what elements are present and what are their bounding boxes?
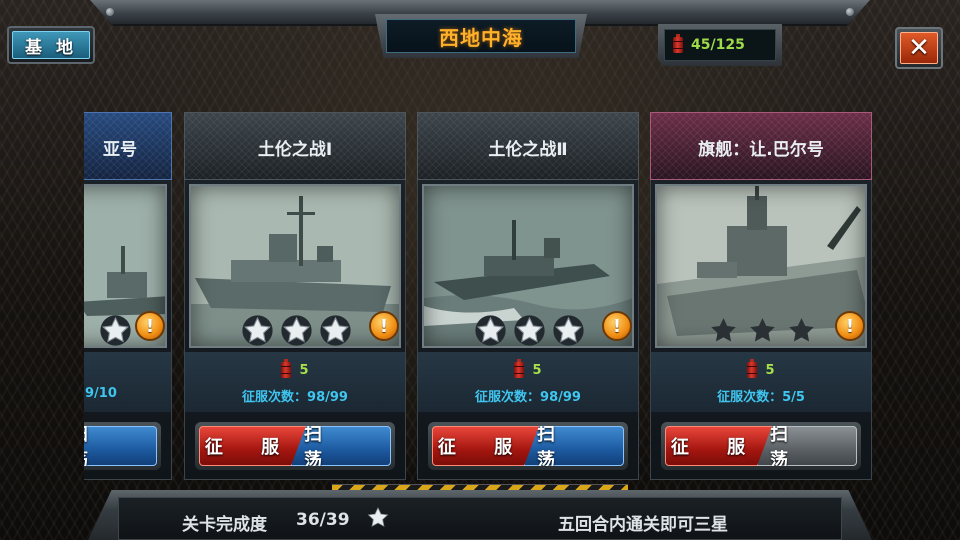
- page-title: 西地中海: [386, 19, 576, 53]
- stage-card-title: 土伦之战Ⅰ: [184, 112, 406, 180]
- star-icon: [367, 507, 389, 527]
- fuel-can-icon: [673, 34, 683, 53]
- sweep-button[interactable]: 扫 荡: [84, 426, 157, 466]
- fuel-can-icon: [281, 359, 292, 378]
- alert-icon[interactable]: !: [602, 311, 632, 341]
- action-tray: 扫 荡: [84, 422, 161, 470]
- fuel-can-icon: [747, 359, 758, 378]
- star-empty-icon: [750, 318, 775, 342]
- stage-card-body: ! 9/10 扫 荡: [84, 180, 172, 480]
- stage-cost: 5: [418, 359, 638, 378]
- stage-card-body: ! 5 征服次数：98/99 征 服 扫 荡: [417, 180, 639, 480]
- cost-value: 5: [299, 362, 309, 378]
- fuel-value: 45/125: [691, 37, 745, 53]
- stage-card[interactable]: 亚号 ! 9/10 扫 荡: [84, 112, 172, 480]
- close-icon: ✕: [900, 32, 938, 64]
- star-empty-icon: [789, 318, 814, 342]
- action-tray: 征 服 扫 荡: [428, 422, 628, 470]
- stage-stars: [707, 314, 818, 347]
- conquer-button[interactable]: 征 服: [432, 426, 540, 466]
- stage-cost: 5: [651, 359, 871, 378]
- conquer-button[interactable]: 征 服: [199, 426, 307, 466]
- rivet-icon: [846, 8, 854, 16]
- stage-cost: 5: [185, 359, 405, 378]
- stage-card-body: ! 5 征服次数：5/5 征 服 扫 荡: [650, 180, 872, 480]
- three-star-tip: 五回合内通关即可三星: [558, 515, 728, 535]
- stage-info: 9/10: [84, 352, 171, 412]
- alert-icon[interactable]: !: [135, 311, 165, 341]
- conquer-count: 9/10: [85, 386, 117, 401]
- cost-value: 5: [532, 362, 542, 378]
- star-icon: [320, 315, 351, 346]
- fuel-can-icon: [514, 359, 525, 378]
- stage-info: 5 征服次数：5/5: [651, 352, 871, 412]
- sweep-button[interactable]: 扫 荡: [524, 426, 624, 466]
- stage-info: 5 征服次数：98/99: [418, 352, 638, 412]
- star-icon: [475, 315, 506, 346]
- stage-card-title: 亚号: [84, 112, 172, 180]
- conquer-count: 征服次数：98/99: [475, 390, 581, 405]
- star-empty-icon: [711, 318, 736, 342]
- stage-card[interactable]: 土伦之战Ⅱ ! 5 征服次数：98/99 征 服 扫 荡: [417, 112, 639, 480]
- stage-stars: [99, 314, 132, 347]
- close-button[interactable]: ✕: [895, 27, 943, 69]
- progress-value: 36/39: [296, 510, 350, 530]
- stage-stars: [241, 314, 352, 347]
- conquer-button[interactable]: 征 服: [665, 426, 773, 466]
- stage-card[interactable]: 旗舰：让.巴尔号 ! 5 征服次数：5/5 征 服 扫 荡: [650, 112, 872, 480]
- action-tray: 征 服 扫 荡: [661, 422, 861, 470]
- stage-info: 5 征服次数：98/99: [185, 352, 405, 412]
- progress-label: 关卡完成度: [182, 515, 267, 535]
- rivet-icon: [106, 8, 114, 16]
- stage-card[interactable]: 土伦之战Ⅰ ! 5 征服次数：98/99 征 服 扫 荡: [184, 112, 406, 480]
- stage-card-body: ! 5 征服次数：98/99 征 服 扫 荡: [184, 180, 406, 480]
- stage-card-title: 土伦之战Ⅱ: [417, 112, 639, 180]
- stage-card-title: 旗舰：让.巴尔号: [650, 112, 872, 180]
- cost-value: 5: [765, 362, 775, 378]
- sweep-button[interactable]: 扫 荡: [291, 426, 391, 466]
- fuel-counter: 45/125: [658, 24, 782, 66]
- conquer-count: 征服次数：5/5: [717, 390, 805, 405]
- action-tray: 征 服 扫 荡: [195, 422, 395, 470]
- star-icon: [553, 315, 584, 346]
- star-icon: [281, 315, 312, 346]
- base-button[interactable]: 基 地: [7, 26, 95, 64]
- star-icon: [242, 315, 273, 346]
- alert-icon[interactable]: !: [835, 311, 865, 341]
- sweep-button-disabled[interactable]: 扫 荡: [757, 426, 857, 466]
- star-icon: [100, 315, 131, 346]
- alert-icon[interactable]: !: [369, 311, 399, 341]
- star-icon: [514, 315, 545, 346]
- conquer-count: 征服次数：98/99: [242, 390, 348, 405]
- stage-stars: [474, 314, 585, 347]
- stage-card-clip: 亚号 ! 9/10 扫 荡: [84, 112, 172, 480]
- base-button-label: 基 地: [12, 31, 90, 59]
